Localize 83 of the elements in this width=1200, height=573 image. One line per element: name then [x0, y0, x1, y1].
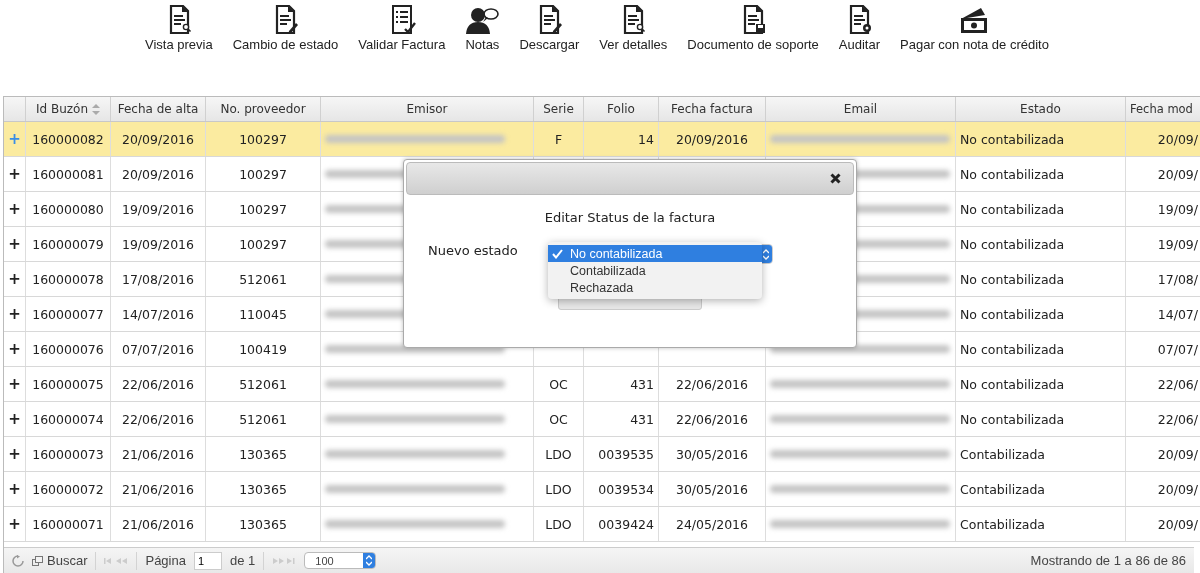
table-cell: 30/05/2016: [675, 481, 748, 497]
table-cell: 20/09/2016: [675, 131, 748, 147]
table-cell: 21/06/2016: [121, 446, 194, 462]
table-cell: 22/06/: [1157, 376, 1198, 392]
table-cell: 30/05/2016: [675, 446, 748, 462]
table-cell: No contabilizada: [960, 306, 1065, 322]
table-cell: Contabilizada: [960, 481, 1046, 497]
table-cell: 130365: [239, 446, 287, 462]
dialog-heading: Editar Status de la factura: [543, 210, 717, 225]
table-cell: 160000079: [32, 236, 104, 252]
table-cell: 160000076: [32, 341, 104, 357]
table-cell: 07/07/: [1157, 341, 1198, 357]
table-cell: F: [554, 131, 563, 147]
table-cell: 22/06/2016: [675, 411, 748, 427]
table-cell: 160000074: [32, 411, 104, 427]
table-cell: 512061: [239, 271, 287, 287]
table-cell: 20/09/2016: [121, 166, 194, 182]
table-cell: 21/06/2016: [121, 481, 194, 497]
table-cell: 20/09/: [1157, 516, 1198, 532]
table-cell: 160000078: [32, 271, 104, 287]
table-cell: 0039534: [598, 481, 654, 497]
table-cell: 0039424: [598, 516, 654, 532]
table-cell: LDO: [545, 446, 572, 462]
table-cell: 24/05/2016: [675, 516, 748, 532]
table-cell: 17/08/2016: [121, 271, 194, 287]
table-cell: OC: [549, 411, 568, 427]
table-cell: 14/07/2016: [121, 306, 194, 322]
table-cell: No contabilizada: [960, 271, 1065, 287]
table-cell: No contabilizada: [960, 236, 1065, 252]
page-label: Página: [145, 553, 186, 568]
table-cell: 20/09/: [1157, 166, 1198, 182]
table-cell: 431: [630, 411, 654, 427]
table-cell: 110045: [239, 306, 287, 322]
table-cell: 19/09/2016: [121, 236, 194, 252]
table-cell: 431: [630, 376, 654, 392]
table-cell: 22/06/2016: [121, 411, 194, 427]
table-cell: No contabilizada: [960, 166, 1065, 182]
table-cell: 160000081: [32, 166, 104, 182]
page-count: de 1: [229, 553, 256, 568]
table-cell: 07/07/2016: [121, 341, 194, 357]
table-cell: 100419: [239, 341, 287, 357]
table-cell: 100297: [239, 131, 287, 147]
table-cell: 19/09/: [1157, 201, 1198, 217]
table-cell: OC: [549, 376, 568, 392]
table-cell: Contabilizada: [960, 516, 1046, 532]
table-cell: 512061: [239, 411, 287, 427]
table-cell: 512061: [239, 376, 287, 392]
table-cell: 20/09/: [1157, 446, 1198, 462]
table-cell: No contabilizada: [960, 376, 1065, 392]
field-label: Nuevo estado: [428, 243, 518, 258]
table-cell: 160000082: [32, 131, 104, 147]
table-cell: No contabilizada: [960, 201, 1065, 217]
table-cell: LDO: [545, 516, 572, 532]
table-cell: 22/06/: [1157, 411, 1198, 427]
table-cell: 100297: [239, 236, 287, 252]
table-cell: 100297: [239, 201, 287, 217]
table-cell: 19/09/: [1157, 236, 1198, 252]
table-cell: 160000080: [32, 201, 104, 217]
table-cell: 20/09/: [1157, 131, 1198, 147]
table-cell: 130365: [239, 481, 287, 497]
table-cell: 160000075: [32, 376, 104, 392]
table-cell: 17/08/: [1157, 271, 1198, 287]
table-cell: No contabilizada: [960, 131, 1065, 147]
table-cell: No contabilizada: [960, 341, 1065, 357]
table-cell: 14: [638, 131, 654, 147]
table-cell: 22/06/2016: [121, 376, 194, 392]
table-cell: Contabilizada: [960, 446, 1046, 462]
table-cell: 160000071: [32, 516, 104, 532]
table-cell: 22/06/2016: [675, 376, 748, 392]
table-cell: 160000077: [32, 306, 104, 322]
table-cell: 19/09/2016: [121, 201, 194, 217]
table-cell: LDO: [545, 481, 572, 497]
table-cell: 14/07/: [1157, 306, 1198, 322]
table-cell: 100297: [239, 166, 287, 182]
table-cell: 21/06/2016: [121, 516, 194, 532]
table-cell: No contabilizada: [960, 411, 1065, 427]
table-cell: 160000073: [32, 446, 104, 462]
record-summary: Mostrando de 1 a 86 de 86: [1030, 553, 1186, 568]
table-cell: 130365: [239, 516, 287, 532]
table-cell: 0039535: [598, 446, 654, 462]
table-cell: 20/09/2016: [121, 131, 194, 147]
table-cell: 20/09/: [1157, 481, 1198, 497]
table-cell: 160000072: [32, 481, 104, 497]
